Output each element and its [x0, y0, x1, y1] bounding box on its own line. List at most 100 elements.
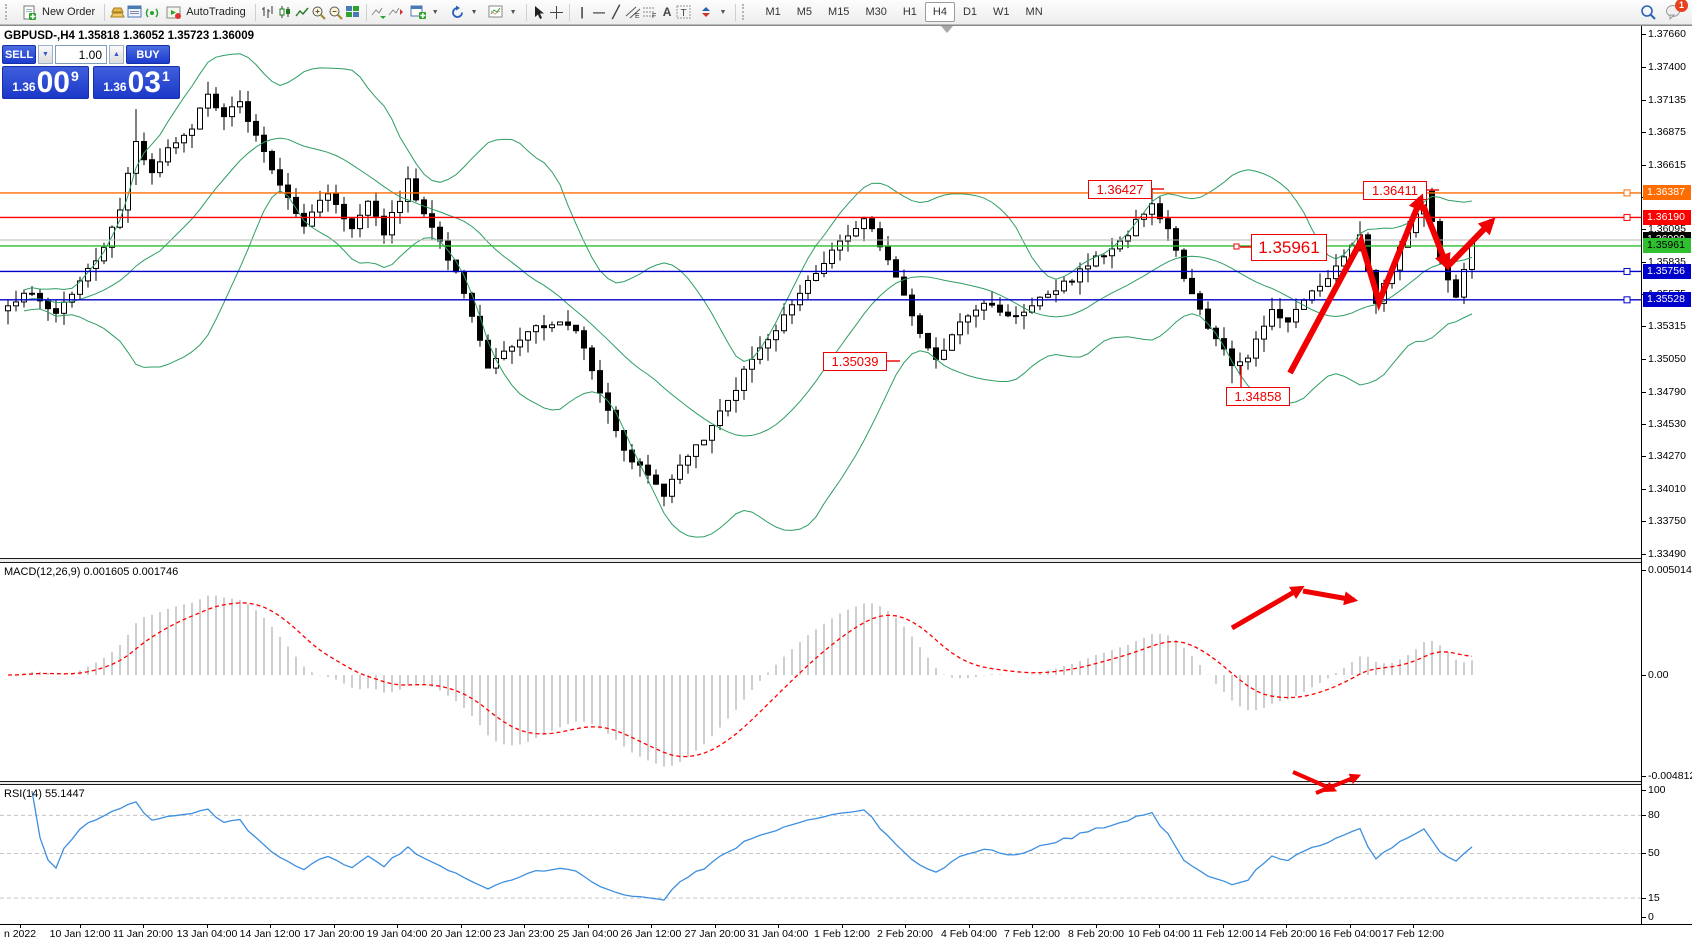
zoom-in-icon[interactable]: [311, 4, 328, 20]
price-annotation[interactable]: 1.34858: [1226, 387, 1290, 406]
time-axis[interactable]: n 202210 Jan 12:0011 Jan 20:0013 Jan 04:…: [0, 924, 1692, 941]
autotrading-button[interactable]: AutoTrading: [160, 2, 251, 22]
axis-tick: [1642, 359, 1646, 360]
buy-price-button[interactable]: 1.36 03 1: [93, 66, 180, 99]
bar-chart-icon[interactable]: [260, 4, 277, 20]
volume-dropdown[interactable]: ▼: [38, 45, 53, 64]
tf-button-M5[interactable]: M5: [789, 2, 820, 22]
cursor-icon[interactable]: [531, 4, 548, 20]
time-axis-label: 31 Jan 04:00: [748, 928, 809, 940]
cycle-icon: [449, 4, 466, 20]
axis-tick: [1642, 570, 1646, 571]
timeframe-toolbar: M1M5M15M30H1H4D1W1MN: [757, 2, 1050, 22]
axis-tick-label: 50: [1648, 847, 1660, 859]
search-icon[interactable]: [1640, 4, 1657, 20]
price-level-badge[interactable]: 1.36387: [1643, 185, 1691, 200]
new-chart-dropdown[interactable]: ▼: [405, 2, 444, 22]
separator: [526, 4, 527, 21]
buy-price-small: 1.36: [103, 80, 126, 94]
axis-tick-label: 1.36615: [1648, 159, 1686, 171]
chart-shift-icon[interactable]: [388, 4, 405, 20]
price-level-badge[interactable]: 1.35528: [1643, 292, 1691, 307]
crosshair-icon[interactable]: [548, 4, 565, 20]
time-axis-label: 11 Jan 20:00: [113, 928, 173, 940]
tf-button-MN[interactable]: MN: [1018, 2, 1051, 22]
sell-button[interactable]: SELL: [2, 45, 36, 64]
new-order-icon: [21, 4, 38, 20]
axis-tick-label: 15: [1648, 892, 1660, 904]
equidistant-channel-icon[interactable]: E: [625, 4, 642, 20]
tf-button-H4[interactable]: H4: [925, 2, 955, 22]
time-axis-label: 13 Jan 04:00: [177, 928, 238, 940]
axis-tick-label: 0.005014: [1648, 564, 1692, 576]
chart-window: GBPUSD-,H4 1.35818 1.36052 1.35723 1.360…: [0, 25, 1692, 941]
signal-icon[interactable]: [143, 4, 160, 20]
gold-ingot-icon[interactable]: [109, 4, 126, 20]
arrows-dropdown[interactable]: ▼: [693, 2, 732, 22]
tf-button-M1[interactable]: M1: [757, 2, 788, 22]
price-annotation[interactable]: 1.35039: [823, 352, 887, 371]
sell-price-button[interactable]: 1.36 00 9: [2, 66, 89, 99]
time-axis-label: 20 Jan 12:00: [431, 928, 492, 940]
price-level-badge[interactable]: 1.36190: [1643, 210, 1691, 225]
axis-tick-label: 100: [1648, 784, 1666, 796]
profiles-dropdown[interactable]: ▼: [444, 2, 483, 22]
new-order-button[interactable]: New Order: [16, 2, 100, 22]
axis-tick: [1642, 229, 1646, 230]
template-dropdown[interactable]: ▼: [483, 2, 522, 22]
tf-button-M30[interactable]: M30: [857, 2, 894, 22]
zoom-out-icon[interactable]: [328, 4, 345, 20]
caret-down-icon: ▼: [510, 9, 517, 16]
tf-button-D1[interactable]: D1: [955, 2, 985, 22]
trendline-icon[interactable]: ╱: [608, 4, 625, 20]
price-annotation[interactable]: 1.36427: [1088, 180, 1152, 199]
axis-tick: [1642, 326, 1646, 327]
notifications-icon[interactable]: 1: [1665, 4, 1682, 20]
axis-tick: [1642, 262, 1646, 263]
horizontal-line-icon[interactable]: —: [591, 4, 608, 20]
separator: [569, 4, 570, 21]
price-axis[interactable]: 1.376601.374001.371351.368751.366151.363…: [1641, 26, 1692, 941]
buy-price-big: 03: [128, 69, 161, 97]
buy-button[interactable]: BUY: [126, 45, 170, 64]
price-level-badge[interactable]: 1.35756: [1643, 264, 1691, 279]
axis-tick: [1642, 790, 1646, 791]
caret-down-icon: ▼: [471, 9, 478, 16]
time-axis-label: 4 Feb 04:00: [941, 928, 997, 940]
toolbar-grip[interactable]: [5, 4, 12, 20]
auto-scroll-icon[interactable]: [371, 4, 388, 20]
axis-tick: [1642, 100, 1646, 101]
volume-stepper[interactable]: ▲: [109, 45, 124, 64]
vertical-line-icon[interactable]: |: [574, 4, 591, 20]
text-label-icon[interactable]: T: [676, 4, 693, 20]
text-icon[interactable]: A: [659, 4, 676, 20]
price-annotation[interactable]: 1.35961: [1251, 234, 1327, 261]
tf-button-H1[interactable]: H1: [895, 2, 925, 22]
report-window-icon[interactable]: [126, 4, 143, 20]
candlestick-chart-icon[interactable]: [277, 4, 294, 20]
axis-tick: [1642, 675, 1646, 676]
svg-text:T: T: [681, 8, 687, 19]
tf-button-M15[interactable]: M15: [820, 2, 857, 22]
toolbar-grip[interactable]: [742, 4, 749, 20]
time-axis-label: 26 Jan 12:00: [621, 928, 682, 940]
line-chart-icon[interactable]: [294, 4, 311, 20]
svg-text:E: E: [635, 13, 640, 19]
price-annotation[interactable]: 1.36411: [1363, 181, 1427, 200]
price-level-badge[interactable]: 1.35961: [1643, 238, 1691, 253]
fibonacci-icon[interactable]: F: [642, 4, 659, 20]
axis-tick-label: 1.34010: [1648, 483, 1686, 495]
tf-button-W1[interactable]: W1: [985, 2, 1018, 22]
axis-tick: [1642, 392, 1646, 393]
price-chart-pane[interactable]: [0, 27, 1641, 558]
axis-tick-label: 1.34270: [1648, 450, 1686, 462]
axis-tick-label: 1.34530: [1648, 418, 1686, 430]
buy-price-sup: 1: [162, 68, 170, 84]
rsi-pane[interactable]: [0, 785, 1641, 924]
splitter-grip-icon[interactable]: [941, 26, 953, 33]
tile-windows-icon[interactable]: [345, 4, 362, 20]
time-axis-label: 8 Feb 20:00: [1068, 928, 1124, 940]
volume-input[interactable]: 1.00: [55, 45, 107, 64]
macd-pane[interactable]: [0, 563, 1641, 781]
time-axis-label: 10 Jan 12:00: [50, 928, 111, 940]
